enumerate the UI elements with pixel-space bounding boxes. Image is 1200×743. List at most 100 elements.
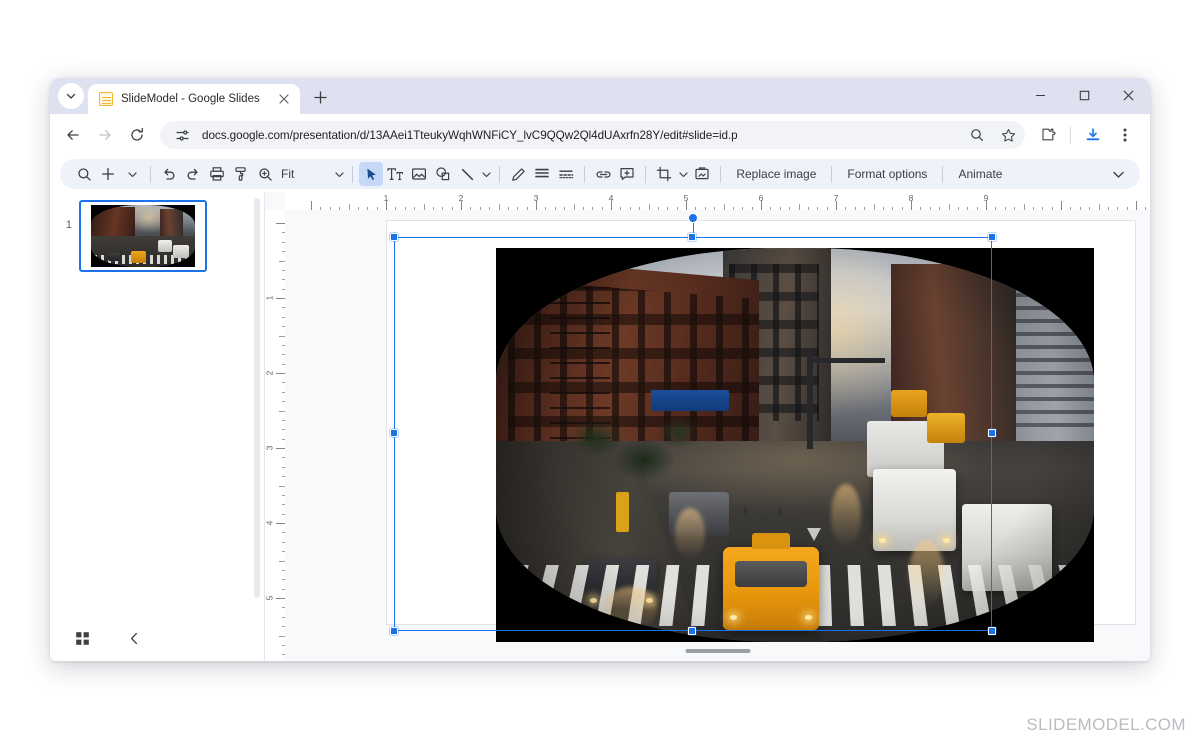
browser-tab[interactable]: SlideModel - Google Slides: [88, 84, 300, 114]
tab-strip: SlideModel - Google Slides: [50, 78, 1150, 114]
new-tab-button[interactable]: [306, 83, 334, 111]
minimize-icon[interactable]: [1018, 78, 1062, 112]
ruler-number: 3: [533, 193, 539, 203]
ruler-number: 7: [833, 193, 839, 203]
close-icon[interactable]: [276, 91, 292, 107]
search-magnifier-icon[interactable]: [966, 124, 988, 146]
ruler-tick: [276, 598, 285, 599]
toolbar-overflow-chevron-down-icon[interactable]: [1106, 162, 1130, 186]
image-mask-shape: [496, 248, 1094, 642]
text-box-icon[interactable]: [383, 162, 407, 186]
slide-editor-area: 1 2 3 4 5 6 7 8 9 1 2 3 4 5: [264, 192, 1150, 661]
tab-search-chevron-icon[interactable]: [58, 83, 84, 109]
new-slide-caret-down-icon[interactable]: [120, 162, 144, 186]
divider: [645, 165, 647, 183]
filmstrip-slide-entry[interactable]: 1: [58, 200, 207, 272]
zoom-level-value[interactable]: Fit: [277, 167, 300, 181]
zoom-caret-down-icon[interactable]: [332, 170, 346, 179]
ruler-tick: [276, 373, 285, 374]
divider: [499, 165, 501, 183]
vertical-ruler-ticks: 1 2 3 4 5: [264, 210, 285, 661]
star-icon[interactable]: [997, 124, 1019, 146]
ruler-tick: [276, 298, 285, 299]
ruler-number: 2: [264, 370, 275, 376]
collapse-panel-chevron-left-icon[interactable]: [122, 626, 146, 650]
divider: [150, 165, 151, 183]
ruler-number: 6: [758, 193, 764, 203]
line-icon[interactable]: [455, 162, 479, 186]
ruler-number: 5: [264, 595, 275, 601]
window-close-icon[interactable]: [1106, 78, 1150, 112]
slide-thumbnail-inner: [83, 204, 203, 268]
zoom-tool-icon[interactable]: [253, 162, 277, 186]
slides-toolbar: Fit Replace image Format options Animate: [60, 159, 1140, 189]
paint-format-icon[interactable]: [229, 162, 253, 186]
ruler-tick: [311, 201, 312, 210]
line-caret-down-icon[interactable]: [479, 170, 493, 179]
crop-caret-down-icon[interactable]: [676, 170, 690, 179]
ruler-number: 8: [908, 193, 914, 203]
horizontal-ruler[interactable]: 1 2 3 4 5 6 7 8 9: [285, 192, 1150, 210]
line-dash-icon[interactable]: [554, 162, 578, 186]
reload-icon[interactable]: [122, 120, 152, 150]
window-controls: [1018, 78, 1150, 112]
crop-icon[interactable]: [652, 162, 676, 186]
divider: [720, 165, 722, 183]
resize-handle-sw[interactable]: [390, 627, 398, 635]
slide-canvas[interactable]: [386, 220, 1136, 642]
pen-icon[interactable]: [506, 162, 530, 186]
slide-thumbnail[interactable]: [79, 200, 207, 272]
forward-arrow-icon[interactable]: [90, 120, 120, 150]
grid-view-icon[interactable]: [70, 626, 94, 650]
three-dot-menu-icon[interactable]: [1110, 120, 1140, 150]
canvas-stage[interactable]: [285, 210, 1150, 661]
omnibox-row: docs.google.com/presentation/d/13AAei1Tt…: [50, 114, 1150, 156]
speaker-notes-resize-handle[interactable]: [685, 649, 750, 653]
ruler-tick: [1136, 201, 1137, 210]
ruler-tick: [276, 223, 285, 224]
tune-site-settings-icon[interactable]: [171, 124, 193, 146]
google-slides-app: Fit Replace image Format options Animate…: [50, 156, 1150, 661]
select-cursor-arrow-icon[interactable]: [359, 162, 384, 186]
thumbnail-image: [91, 205, 195, 267]
add-comment-icon[interactable]: [615, 162, 639, 186]
ruler-tick: [1061, 201, 1062, 210]
new-slide-plus-icon[interactable]: [96, 162, 120, 186]
slide-filmstrip: 1: [50, 192, 265, 661]
omnibox-actions: [1033, 120, 1140, 150]
insert-image-icon[interactable]: [407, 162, 431, 186]
replace-image-button[interactable]: Replace image: [727, 162, 825, 186]
vertical-ruler[interactable]: 1 2 3 4 5: [264, 210, 285, 661]
format-options-button[interactable]: Format options: [838, 162, 936, 186]
ruler-number: 4: [264, 520, 275, 526]
search-icon[interactable]: [72, 162, 96, 186]
ruler-tick: [276, 523, 285, 524]
printer-icon[interactable]: [205, 162, 229, 186]
filmstrip-scrollbar[interactable]: [254, 198, 260, 598]
ruler-number: 1: [264, 295, 275, 301]
animate-button[interactable]: Animate: [949, 162, 1011, 186]
horizontal-ruler-ticks: 1 2 3 4 5 6 7 8 9: [285, 192, 1150, 210]
watermark-text: SLIDEMODEL.COM: [1026, 715, 1186, 734]
tab-title: SlideModel - Google Slides: [121, 93, 260, 105]
download-icon[interactable]: [1078, 120, 1108, 150]
photo-content: [496, 248, 1094, 642]
maximize-icon[interactable]: [1062, 78, 1106, 112]
ruler-number: 9: [983, 193, 989, 203]
slide-image[interactable]: [496, 248, 1094, 642]
back-arrow-icon[interactable]: [58, 120, 88, 150]
address-bar[interactable]: docs.google.com/presentation/d/13AAei1Tt…: [160, 121, 1025, 149]
undo-icon[interactable]: [157, 162, 181, 186]
ruler-tick: [276, 448, 285, 449]
extensions-puzzle-icon[interactable]: [1033, 120, 1063, 150]
line-weight-icon[interactable]: [530, 162, 554, 186]
filmstrip-footer: [50, 615, 264, 661]
redo-icon[interactable]: [181, 162, 205, 186]
shape-icon[interactable]: [431, 162, 455, 186]
mask-image-icon[interactable]: [690, 162, 714, 186]
ruler-number: 4: [608, 193, 614, 203]
link-icon[interactable]: [591, 162, 615, 186]
photo-vignette: [496, 248, 1094, 642]
ruler-number: 5: [683, 193, 689, 203]
ruler-number: 2: [458, 193, 464, 203]
